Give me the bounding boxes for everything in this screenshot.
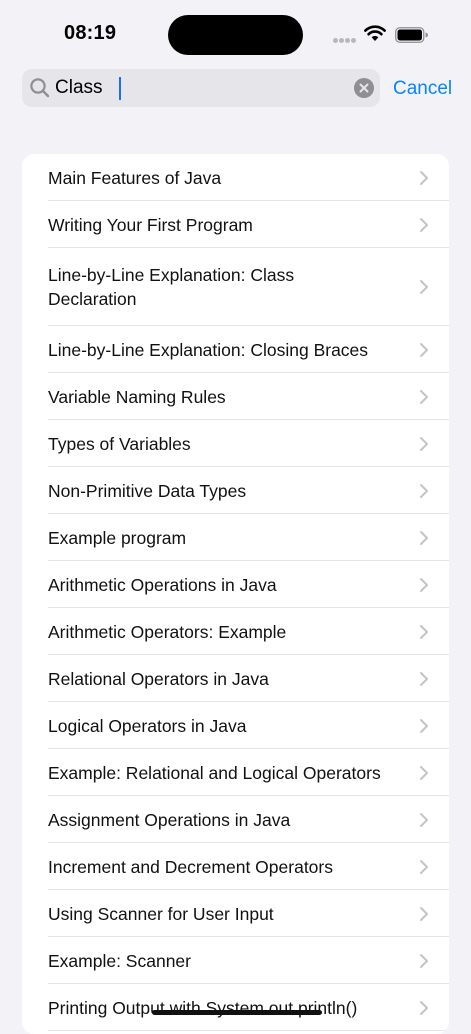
list-item-label: Types of Variables: [48, 433, 191, 454]
text-caret: [119, 77, 121, 100]
list-item-label: Printing Output with System.out.println(…: [48, 997, 358, 1018]
chevron-right-icon: [420, 765, 428, 780]
chevron-right-icon: [420, 1000, 428, 1015]
list-item-label: Example program: [48, 527, 187, 548]
list-item-label: Relational Operators in Java: [48, 668, 269, 689]
chevron-right-icon: [420, 671, 428, 686]
status-bar: 08:19: [0, 0, 471, 66]
list-item-label: Increment and Decrement Operators: [48, 856, 333, 877]
chevron-right-icon: [420, 906, 428, 921]
results-list: Main Features of Java Writing Your First…: [22, 154, 449, 1034]
list-item-label: Example: Scanner: [48, 950, 191, 971]
list-item-label: Variable Naming Rules: [48, 386, 226, 407]
list-item[interactable]: Variable Naming Rules: [22, 373, 449, 420]
chevron-right-icon: [420, 436, 428, 451]
chevron-right-icon: [420, 280, 428, 294]
list-item[interactable]: Example: Scanner: [22, 937, 449, 984]
list-item[interactable]: Types of Variables: [22, 420, 449, 467]
list-item[interactable]: Arithmetic Operators: Example: [22, 608, 449, 655]
list-item-label: Main Features of Java: [48, 167, 222, 188]
battery-icon: [395, 27, 428, 43]
list-item[interactable]: Arithmetic Operations in Java: [22, 561, 449, 608]
list-item[interactable]: Line-by-Line Explanation: Class Declarat…: [22, 248, 449, 326]
list-item[interactable]: Example program: [22, 514, 449, 561]
list-item[interactable]: Non-Primitive Data Types: [22, 467, 449, 514]
chevron-right-icon: [420, 530, 428, 545]
chevron-right-icon: [420, 812, 428, 827]
list-item[interactable]: Logical Operators in Java: [22, 702, 449, 749]
list-item[interactable]: Main Features of Java: [22, 154, 449, 201]
chevron-right-icon: [420, 170, 428, 185]
chevron-right-icon: [420, 342, 428, 357]
list-item-label: Logical Operators in Java: [48, 715, 247, 736]
list-item[interactable]: Assignment Operations in Java: [22, 796, 449, 843]
list-item[interactable]: Line-by-Line Explanation: Closing Braces: [22, 326, 449, 373]
clear-search-button[interactable]: [354, 78, 374, 98]
list-item-label: Arithmetic Operations in Java: [48, 574, 277, 595]
list-item[interactable]: Example: Relational and Logical Operator…: [22, 749, 449, 796]
list-item-label: Using Scanner for User Input: [48, 903, 274, 924]
chevron-right-icon: [420, 953, 428, 968]
x-circle-icon: [359, 83, 369, 93]
search-bar: [22, 69, 380, 107]
list-item-label: Example: Relational and Logical Operator…: [48, 762, 381, 783]
chevron-right-icon: [420, 859, 428, 874]
chevron-right-icon: [420, 389, 428, 404]
chevron-right-icon: [420, 577, 428, 592]
list-item[interactable]: Writing Your First Program: [22, 201, 449, 248]
chevron-right-icon: [420, 718, 428, 733]
wifi-icon: [364, 25, 386, 41]
search-input[interactable]: [55, 69, 345, 107]
list-item-label: Line-by-Line Explanation: Closing Braces: [48, 339, 369, 360]
chevron-right-icon: [420, 624, 428, 639]
cellular-signal-icon: [333, 38, 357, 44]
list-item-label: Non-Primitive Data Types: [48, 480, 247, 501]
list-item-label: Writing Your First Program: [48, 214, 253, 235]
chevron-right-icon: [420, 483, 428, 498]
dynamic-island: [168, 15, 303, 55]
home-indicator: [152, 1010, 322, 1015]
list-item-label: Line-by-Line Explanation: Class Declarat…: [48, 265, 295, 309]
list-item-label: Arithmetic Operators: Example: [48, 621, 287, 642]
cancel-button[interactable]: Cancel: [393, 78, 452, 100]
list-item[interactable]: Increment and Decrement Operators: [22, 843, 449, 890]
chevron-right-icon: [420, 217, 428, 232]
magnifying-glass-icon: [30, 78, 50, 98]
status-time: 08:19: [64, 22, 117, 44]
list-item-label: Assignment Operations in Java: [48, 809, 291, 830]
list-item[interactable]: Using Scanner for User Input: [22, 890, 449, 937]
list-item[interactable]: Relational Operators in Java: [22, 655, 449, 702]
